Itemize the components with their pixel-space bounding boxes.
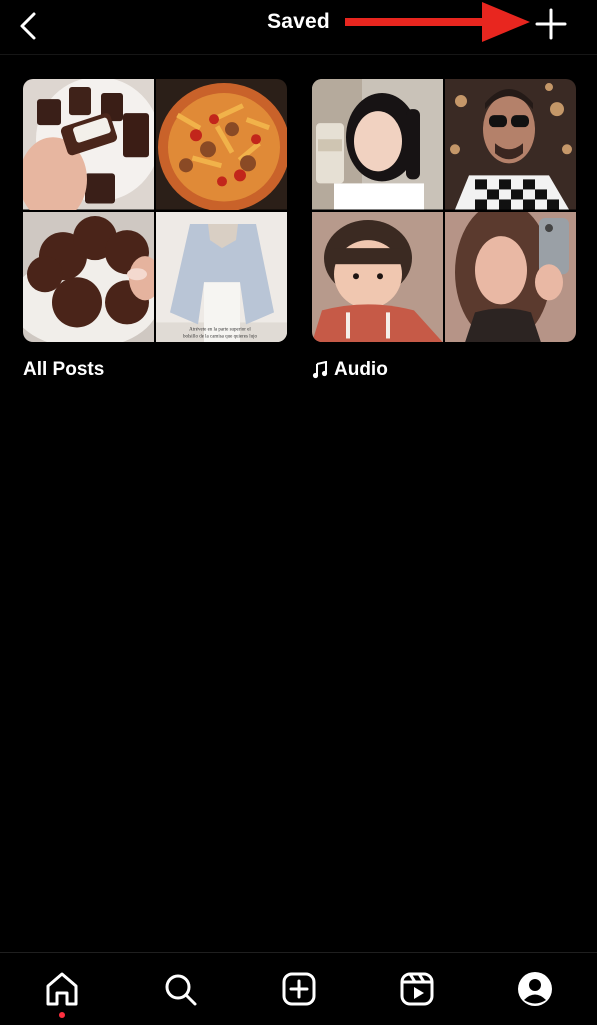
profile-icon xyxy=(518,972,552,1006)
notification-dot xyxy=(59,1012,65,1018)
thumbnail-chocolate-bars xyxy=(23,79,154,210)
reels-icon xyxy=(400,972,434,1006)
collection-label: Audio xyxy=(312,359,576,381)
tab-create[interactable] xyxy=(279,969,319,1009)
collection-thumbnail-grid xyxy=(312,79,576,342)
top-bar: Saved xyxy=(0,0,597,55)
thumbnail-woman-coffee xyxy=(312,79,443,210)
thumbnail-woman-selfie xyxy=(445,211,576,342)
collection-label: All Posts xyxy=(23,359,105,380)
collection-thumbnail-grid: Atrévete en la parte superior el bolsill… xyxy=(23,79,287,342)
thumbnail-pasta-dish xyxy=(156,79,287,210)
search-icon xyxy=(165,974,197,1006)
home-icon xyxy=(46,972,78,1006)
collection-all-posts[interactable]: Atrévete en la parte superior el bolsill… xyxy=(23,79,287,381)
svg-text:Atrévete en la parte superior: Atrévete en la parte superior el xyxy=(189,327,251,332)
tab-profile[interactable] xyxy=(515,969,555,1009)
tab-reels[interactable] xyxy=(397,969,437,1009)
plus-icon xyxy=(535,8,567,40)
collection-audio[interactable]: Audio xyxy=(312,79,576,381)
red-arrow-annotation xyxy=(345,2,530,42)
thumbnail-chocolate-balls xyxy=(23,211,154,342)
thumbnail-fashion-shirt: Atrévete en la parte superior el bolsill… xyxy=(156,211,287,342)
svg-text:bolsillo de la camisa que quie: bolsillo de la camisa que quieres lujo xyxy=(183,334,258,339)
music-note-icon xyxy=(312,361,328,379)
tab-search[interactable] xyxy=(160,969,200,1009)
tab-home[interactable] xyxy=(42,969,82,1009)
create-icon xyxy=(282,972,316,1006)
thumbnail-child-hoodie xyxy=(312,211,443,342)
new-collection-button[interactable] xyxy=(530,2,572,44)
bottom-tab-bar xyxy=(0,952,597,1025)
thumbnail-man-sunglasses xyxy=(445,79,576,210)
